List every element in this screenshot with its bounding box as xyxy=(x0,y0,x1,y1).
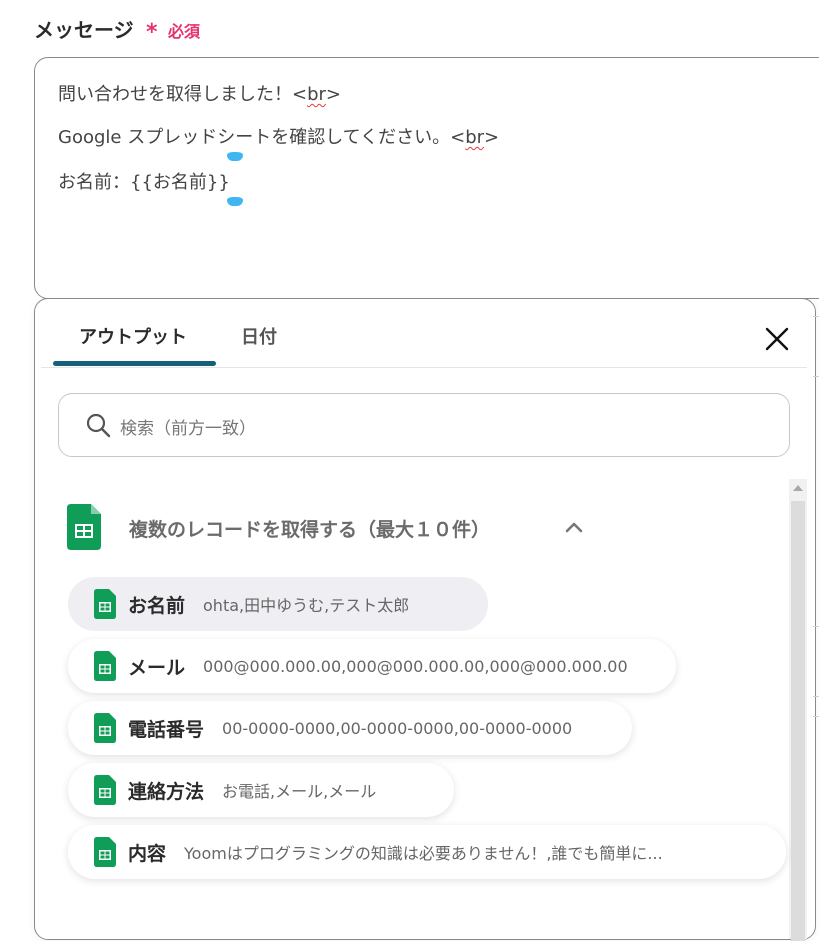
message-line-2: Google スプレッドシートを確認してください。<br> xyxy=(58,123,499,149)
output-item-name: 連絡方法 xyxy=(128,780,205,803)
divider xyxy=(813,696,819,697)
google-sheets-icon xyxy=(94,651,116,681)
active-tab-indicator xyxy=(53,361,216,366)
search-field[interactable]: 検索（前方一致） xyxy=(58,393,790,457)
search-icon xyxy=(86,413,111,438)
scroll-up-arrow-icon[interactable] xyxy=(793,485,803,491)
google-sheets-icon xyxy=(94,837,116,867)
output-item[interactable]: お名前 ohta,田中ゆうむ,テスト太郎 xyxy=(68,577,488,631)
text-cursor-handle-icon[interactable] xyxy=(227,152,243,161)
tab-output[interactable]: アウトプット xyxy=(79,323,187,349)
google-sheets-icon xyxy=(94,775,116,805)
divider xyxy=(813,376,819,377)
divider xyxy=(813,716,819,717)
output-item-value: 00-0000-0000,00-0000-0000,00-0000-0000 xyxy=(222,718,573,738)
message-line-3: お名前：{{お名前}} xyxy=(58,172,230,193)
google-sheets-icon xyxy=(94,589,116,619)
required-label: 必須 xyxy=(168,22,201,41)
output-item[interactable]: 電話番号 00-0000-0000,00-0000-0000,00-0000-0… xyxy=(68,701,632,755)
message-line-1-text: 問い合わせを取得しました！< xyxy=(58,84,308,105)
output-item[interactable]: 連絡方法 お電話,メール,メール xyxy=(68,763,454,817)
chevron-up-icon[interactable] xyxy=(565,521,583,533)
scrollbar[interactable] xyxy=(789,479,807,941)
message-line-1-end: > xyxy=(325,84,342,105)
message-textarea[interactable]: 問い合わせを取得しました！<br> Google スプレッドシートを確認してくだ… xyxy=(34,57,819,299)
output-item-name: お名前 xyxy=(128,594,186,617)
output-item-name: メール xyxy=(128,656,186,679)
message-line-2-text: Google スプレッドシートを確認してください。< xyxy=(58,127,466,148)
field-label: メッセージ xyxy=(34,18,134,42)
variable-picker-popover: アウトプット 日付 検索（前方一致） 複数のレコードを取得する（最大１０件） お… xyxy=(34,298,816,941)
google-sheets-icon xyxy=(94,713,116,743)
scrollbar-thumb[interactable] xyxy=(791,501,805,941)
close-icon[interactable] xyxy=(763,325,791,353)
divider xyxy=(813,316,819,317)
record-group-title[interactable]: 複数のレコードを取得する（最大１０件） xyxy=(129,515,490,542)
output-item-name: 内容 xyxy=(128,842,167,865)
tab-date[interactable]: 日付 xyxy=(241,323,277,349)
divider xyxy=(813,626,819,627)
message-line-2-end: > xyxy=(484,127,500,148)
output-item-name: 電話番号 xyxy=(128,718,205,741)
spellcheck-word: br xyxy=(307,84,326,105)
output-item[interactable]: メール 000@000.000.00,000@000.000.00,000@00… xyxy=(68,639,676,693)
output-item[interactable]: 内容 Yoomはプログラミングの知識は必要ありません！,誰でも簡単に... xyxy=(68,825,786,879)
output-item-value: Yoomはプログラミングの知識は必要ありません！,誰でも簡単に... xyxy=(184,844,663,863)
text-cursor-handle-icon[interactable] xyxy=(227,197,243,206)
spellcheck-word: br xyxy=(465,127,485,148)
output-item-value: お電話,メール,メール xyxy=(222,782,377,801)
required-asterisk: * xyxy=(146,20,158,45)
output-item-value: 000@000.000.00,000@000.000.00,000@000.00… xyxy=(203,656,628,676)
search-input[interactable]: 検索（前方一致） xyxy=(120,414,256,439)
message-line-1: 問い合わせを取得しました！<br> xyxy=(58,80,341,106)
google-sheets-icon xyxy=(67,504,101,550)
tab-divider xyxy=(41,367,807,368)
background-page-edge xyxy=(813,316,819,880)
output-item-value: ohta,田中ゆうむ,テスト太郎 xyxy=(203,596,410,615)
